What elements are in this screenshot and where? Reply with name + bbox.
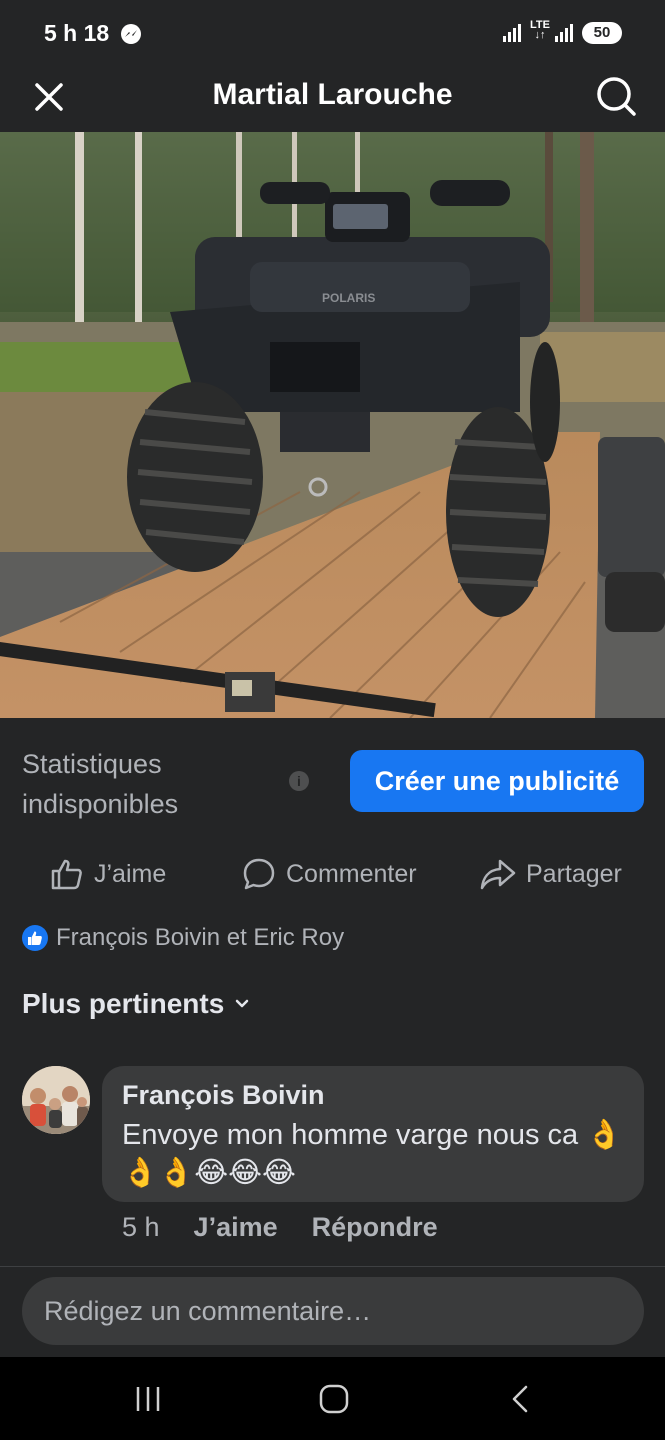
comment-item: François Boivin Envoye mon homme varge n… — [0, 1060, 665, 1250]
back-button[interactable] — [490, 1379, 550, 1419]
top-header: Martial Larouche — [0, 66, 665, 132]
share-label: Partager — [526, 859, 622, 888]
post-actions: J’aime Commenter Partager — [0, 838, 665, 914]
comment-time: 5 h — [122, 1212, 160, 1242]
comment-author[interactable]: François Boivin — [122, 1080, 325, 1111]
like-label: J’aime — [94, 859, 167, 888]
reactors-names: François Boivin et Eric Roy — [56, 924, 345, 951]
comment-text: Envoye mon homme varge nous ca 👌👌👌😂😂😂 — [122, 1119, 623, 1189]
stats-unavailable-label: Statistiques indisponibles — [22, 749, 179, 819]
comment-bubble[interactable]: François Boivin Envoye mon homme varge n… — [102, 1066, 644, 1202]
recent-apps-button[interactable] — [118, 1379, 178, 1419]
atv-on-trailer-image: POLARIS — [0, 132, 665, 718]
comment-icon — [243, 858, 275, 890]
network-type: LTE ↓↑ — [530, 19, 550, 41]
stats-section: Statistiques indisponibles i Créer une p… — [0, 718, 665, 838]
svg-text:POLARIS: POLARIS — [322, 291, 375, 305]
info-icon[interactable]: i — [289, 771, 309, 791]
comment-composer — [0, 1267, 665, 1357]
share-icon — [480, 859, 516, 890]
page-title: Martial Larouche — [212, 78, 453, 111]
signal-icon — [503, 24, 521, 42]
comment-input[interactable] — [22, 1277, 644, 1345]
thumbs-up-icon — [51, 859, 82, 890]
chevron-down-icon — [236, 999, 249, 1008]
system-nav-bar — [0, 1357, 665, 1440]
home-button[interactable] — [304, 1379, 364, 1419]
search-icon — [597, 77, 636, 116]
share-button[interactable]: Partager — [480, 854, 622, 894]
comment-sort-dropdown[interactable]: Plus pertinents — [22, 988, 250, 1020]
search-button[interactable] — [594, 74, 638, 118]
comment-label: Commenter — [286, 859, 417, 888]
messenger-icon — [121, 24, 141, 44]
like-reaction-icon — [22, 925, 48, 951]
recent-apps-icon — [136, 1387, 160, 1411]
home-icon — [319, 1384, 349, 1414]
like-button[interactable]: J’aime — [50, 854, 166, 894]
back-icon — [512, 1385, 528, 1413]
status-time: 5 h 18 — [44, 20, 110, 46]
battery-indicator: 50 — [582, 22, 622, 44]
avatar[interactable] — [22, 1066, 90, 1134]
comment-button[interactable]: Commenter — [242, 854, 417, 894]
signal-icon-2 — [555, 24, 573, 42]
comment-meta: 5 h J’aime Répondre — [122, 1212, 438, 1243]
reactions-summary[interactable]: François Boivin et Eric Roy — [22, 918, 344, 958]
sort-label: Plus pertinents — [22, 988, 225, 1019]
create-ad-button[interactable]: Créer une publicité — [350, 750, 644, 812]
comment-reply-button[interactable]: Répondre — [312, 1212, 438, 1243]
status-bar: 5 h 18 LTE ↓↑ 50 — [0, 0, 665, 66]
comment-like-button[interactable]: J’aime — [194, 1212, 278, 1243]
post-photo[interactable]: POLARIS — [0, 132, 665, 718]
